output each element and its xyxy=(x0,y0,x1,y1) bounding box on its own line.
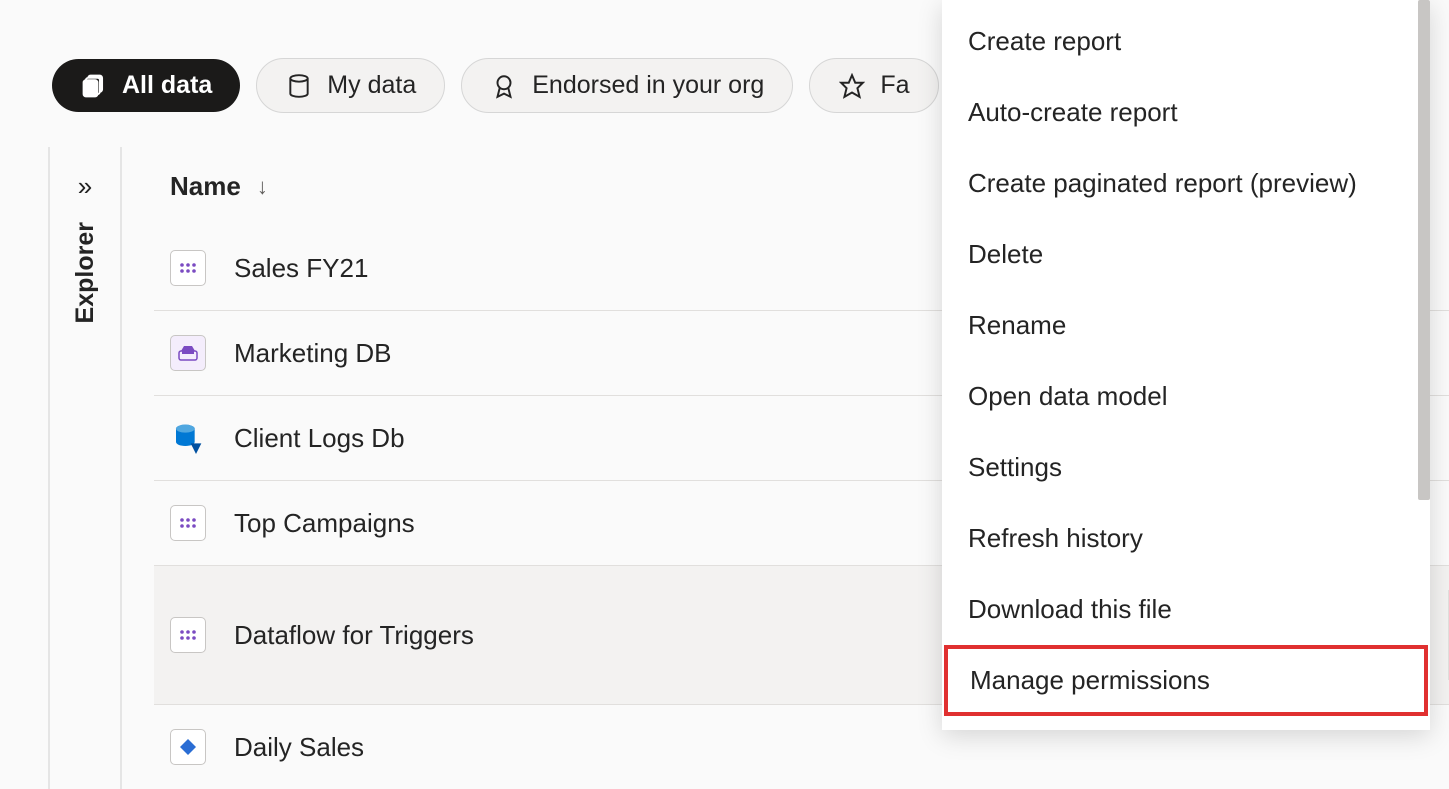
ribbon-icon xyxy=(490,72,518,100)
filter-label: Fa xyxy=(880,71,909,100)
menu-item-auto-create-report[interactable]: Auto-create report xyxy=(942,77,1430,148)
menu-item-refresh-history[interactable]: Refresh history xyxy=(942,503,1430,574)
filter-label: Endorsed in your org xyxy=(532,71,764,100)
filter-endorsed[interactable]: Endorsed in your org xyxy=(461,58,793,113)
dataset-icon xyxy=(170,505,206,541)
item-name: Sales FY21 xyxy=(234,253,368,284)
item-name: Client Logs Db xyxy=(234,423,405,454)
scrollbar[interactable] xyxy=(1418,0,1430,500)
menu-item-download-this-file[interactable]: Download this file xyxy=(942,574,1430,645)
menu-item-rename[interactable]: Rename xyxy=(942,290,1430,361)
menu-item-open-data-model[interactable]: Open data model xyxy=(942,361,1430,432)
menu-item-create-report[interactable]: Create report xyxy=(942,6,1430,77)
filter-label: All data xyxy=(122,71,212,100)
dataset-icon xyxy=(170,617,206,653)
item-name: Dataflow for Triggers xyxy=(234,620,474,651)
dataset-icon xyxy=(170,250,206,286)
item-name: Daily Sales xyxy=(234,732,364,763)
expand-icon[interactable]: » xyxy=(78,171,92,202)
context-menu: Create report Auto-create report Create … xyxy=(942,0,1430,730)
explorer-label: Explorer xyxy=(71,222,100,323)
filter-label: My data xyxy=(327,71,416,100)
item-name: Marketing DB xyxy=(234,338,392,369)
explorer-panel: » Explorer xyxy=(50,147,122,789)
database-icon xyxy=(170,420,206,456)
menu-item-manage-permissions[interactable]: Manage permissions xyxy=(944,645,1428,716)
sort-arrow-down-icon: ↓ xyxy=(257,174,268,200)
filter-favorites[interactable]: Fa xyxy=(809,58,938,113)
column-header-name: Name xyxy=(170,171,241,202)
datamart-icon xyxy=(170,335,206,371)
filter-my-data[interactable]: My data xyxy=(256,58,445,113)
filter-all-data[interactable]: All data xyxy=(52,59,240,112)
menu-item-delete[interactable]: Delete xyxy=(942,219,1430,290)
menu-item-settings[interactable]: Settings xyxy=(942,432,1430,503)
item-name: Top Campaigns xyxy=(234,508,415,539)
menu-item-create-paginated-report[interactable]: Create paginated report (preview) xyxy=(942,148,1430,219)
diamond-icon xyxy=(170,729,206,765)
cylinder-icon xyxy=(285,72,313,100)
stack-icon xyxy=(80,72,108,100)
star-icon xyxy=(838,72,866,100)
